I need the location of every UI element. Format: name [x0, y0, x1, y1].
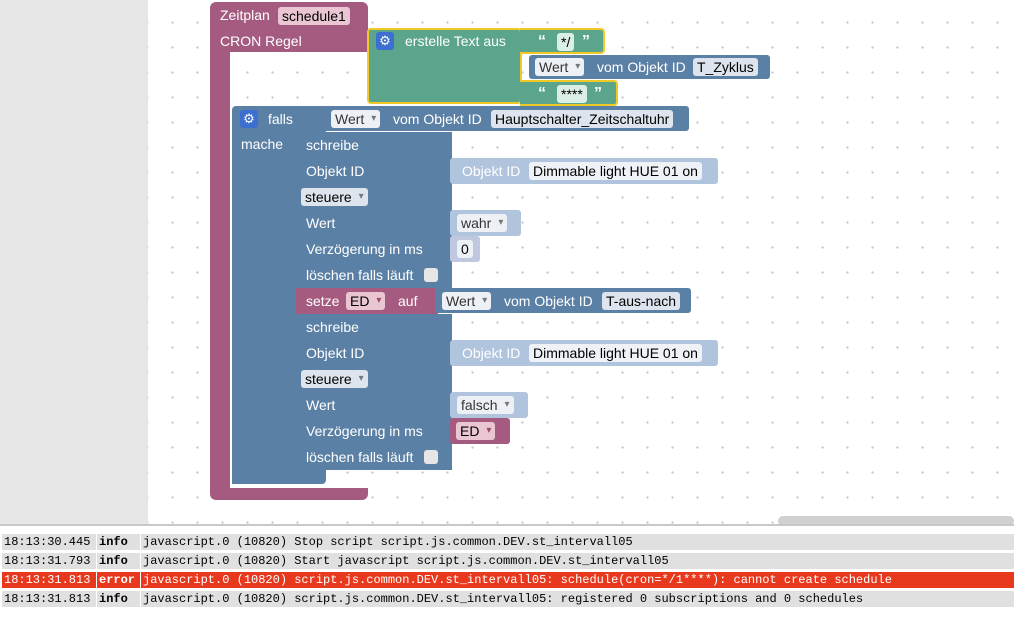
log-row: 18:13:30.445 info javascript.0 (10820) S… — [2, 534, 1014, 550]
if-block-spine — [232, 132, 297, 484]
mode-dropdown[interactable]: steuere — [301, 370, 368, 388]
clear-if-running-checkbox[interactable] — [424, 268, 438, 282]
left-gutter — [0, 0, 148, 524]
boolean-dropdown[interactable]: falsch — [457, 396, 514, 414]
write2-body[interactable] — [296, 314, 452, 470]
text-item3-field[interactable]: **** — [557, 85, 587, 103]
log-time: 18:13:31.813 — [2, 572, 97, 588]
value-label: Wert — [306, 215, 336, 231]
log-message: javascript.0 (10820) script.js.common.DE… — [143, 592, 864, 606]
attribute-dropdown[interactable]: Wert — [442, 292, 492, 310]
of-object-label: vom Objekt ID — [504, 293, 593, 309]
of-object-label: vom Objekt ID — [597, 59, 686, 75]
delay-number-field[interactable]: 0 — [457, 240, 473, 258]
log-message: javascript.0 (10820) Start javascript sc… — [143, 554, 669, 568]
log-message: javascript.0 (10820) Stop script script.… — [143, 535, 633, 549]
clear-if-running-label: löschen falls läuft — [306, 267, 414, 283]
log-row-error: 18:13:31.813 error javascript.0 (10820) … — [2, 572, 1014, 588]
log-level: info — [97, 553, 141, 569]
object-name-field[interactable]: Dimmable light HUE 01 on — [529, 344, 702, 362]
log-panel: 18:13:30.445 info javascript.0 (10820) S… — [0, 524, 1014, 634]
log-row: 18:13:31.793 info javascript.0 (10820) S… — [2, 553, 1014, 569]
object-id-field[interactable]: T-aus-nach — [602, 292, 681, 310]
mode-dropdown[interactable]: steuere — [301, 188, 368, 206]
quote-open-icon: “ — [538, 33, 546, 50]
of-object-label: vom Objekt ID — [393, 111, 482, 127]
set-label: setze — [306, 293, 340, 309]
write1-body[interactable] — [296, 132, 452, 288]
write-title: schreibe — [306, 319, 359, 335]
text-item1-field[interactable]: */ — [557, 33, 575, 51]
write-title: schreibe — [306, 137, 359, 153]
log-message: javascript.0 (10820) script.js.common.DE… — [143, 573, 892, 587]
schedule-name-field[interactable]: schedule1 — [278, 7, 350, 25]
object-id-field[interactable]: T_Zyklus — [693, 58, 758, 76]
object-id-prefix: Objekt ID — [462, 345, 521, 361]
if-block-footer — [232, 470, 326, 484]
log-time: 18:13:31.793 — [2, 553, 97, 569]
object-name-field[interactable]: Dimmable light HUE 01 on — [529, 162, 702, 180]
delay-label: Verzögerung in ms — [306, 423, 423, 439]
object-id-prefix: Objekt ID — [462, 163, 521, 179]
log-level: error — [97, 572, 141, 588]
attribute-dropdown[interactable]: Wert — [331, 110, 381, 128]
quote-close-icon: ” — [582, 33, 590, 50]
schedule-block-spine — [210, 52, 230, 492]
value-label: Wert — [306, 397, 336, 413]
log-row: 18:13:31.813 info javascript.0 (10820) s… — [2, 591, 1014, 607]
if-label: falls — [268, 111, 293, 127]
object-id-label: Objekt ID — [306, 345, 365, 361]
to-label: auf — [398, 293, 418, 309]
object-id-field[interactable]: Hauptschalter_Zeitschaltuhr — [491, 110, 674, 128]
log-level: info — [97, 591, 141, 607]
schedule-block-footer — [210, 488, 368, 500]
gear-icon[interactable]: ⚙ — [240, 110, 258, 128]
attribute-dropdown[interactable]: Wert — [535, 58, 585, 76]
log-time: 18:13:30.445 — [2, 534, 97, 550]
log-time: 18:13:31.813 — [2, 591, 97, 607]
quote-close-icon: ” — [594, 85, 602, 102]
log-level: info — [97, 534, 141, 550]
variable-dropdown[interactable]: ED — [456, 422, 496, 440]
quote-open-icon: “ — [538, 85, 546, 102]
schedule-title: Zeitplan — [220, 7, 270, 23]
text-join-label: erstelle Text aus — [405, 33, 506, 49]
clear-if-running-label: löschen falls läuft — [306, 449, 414, 465]
variable-dropdown[interactable]: ED — [346, 292, 386, 310]
clear-if-running-checkbox[interactable] — [424, 450, 438, 464]
cron-rule-label: CRON Regel — [220, 33, 302, 49]
boolean-dropdown[interactable]: wahr — [457, 214, 508, 232]
object-id-label: Objekt ID — [306, 163, 365, 179]
do-label: mache — [241, 136, 284, 152]
delay-label: Verzögerung in ms — [306, 241, 423, 257]
gear-icon[interactable]: ⚙ — [376, 32, 394, 50]
